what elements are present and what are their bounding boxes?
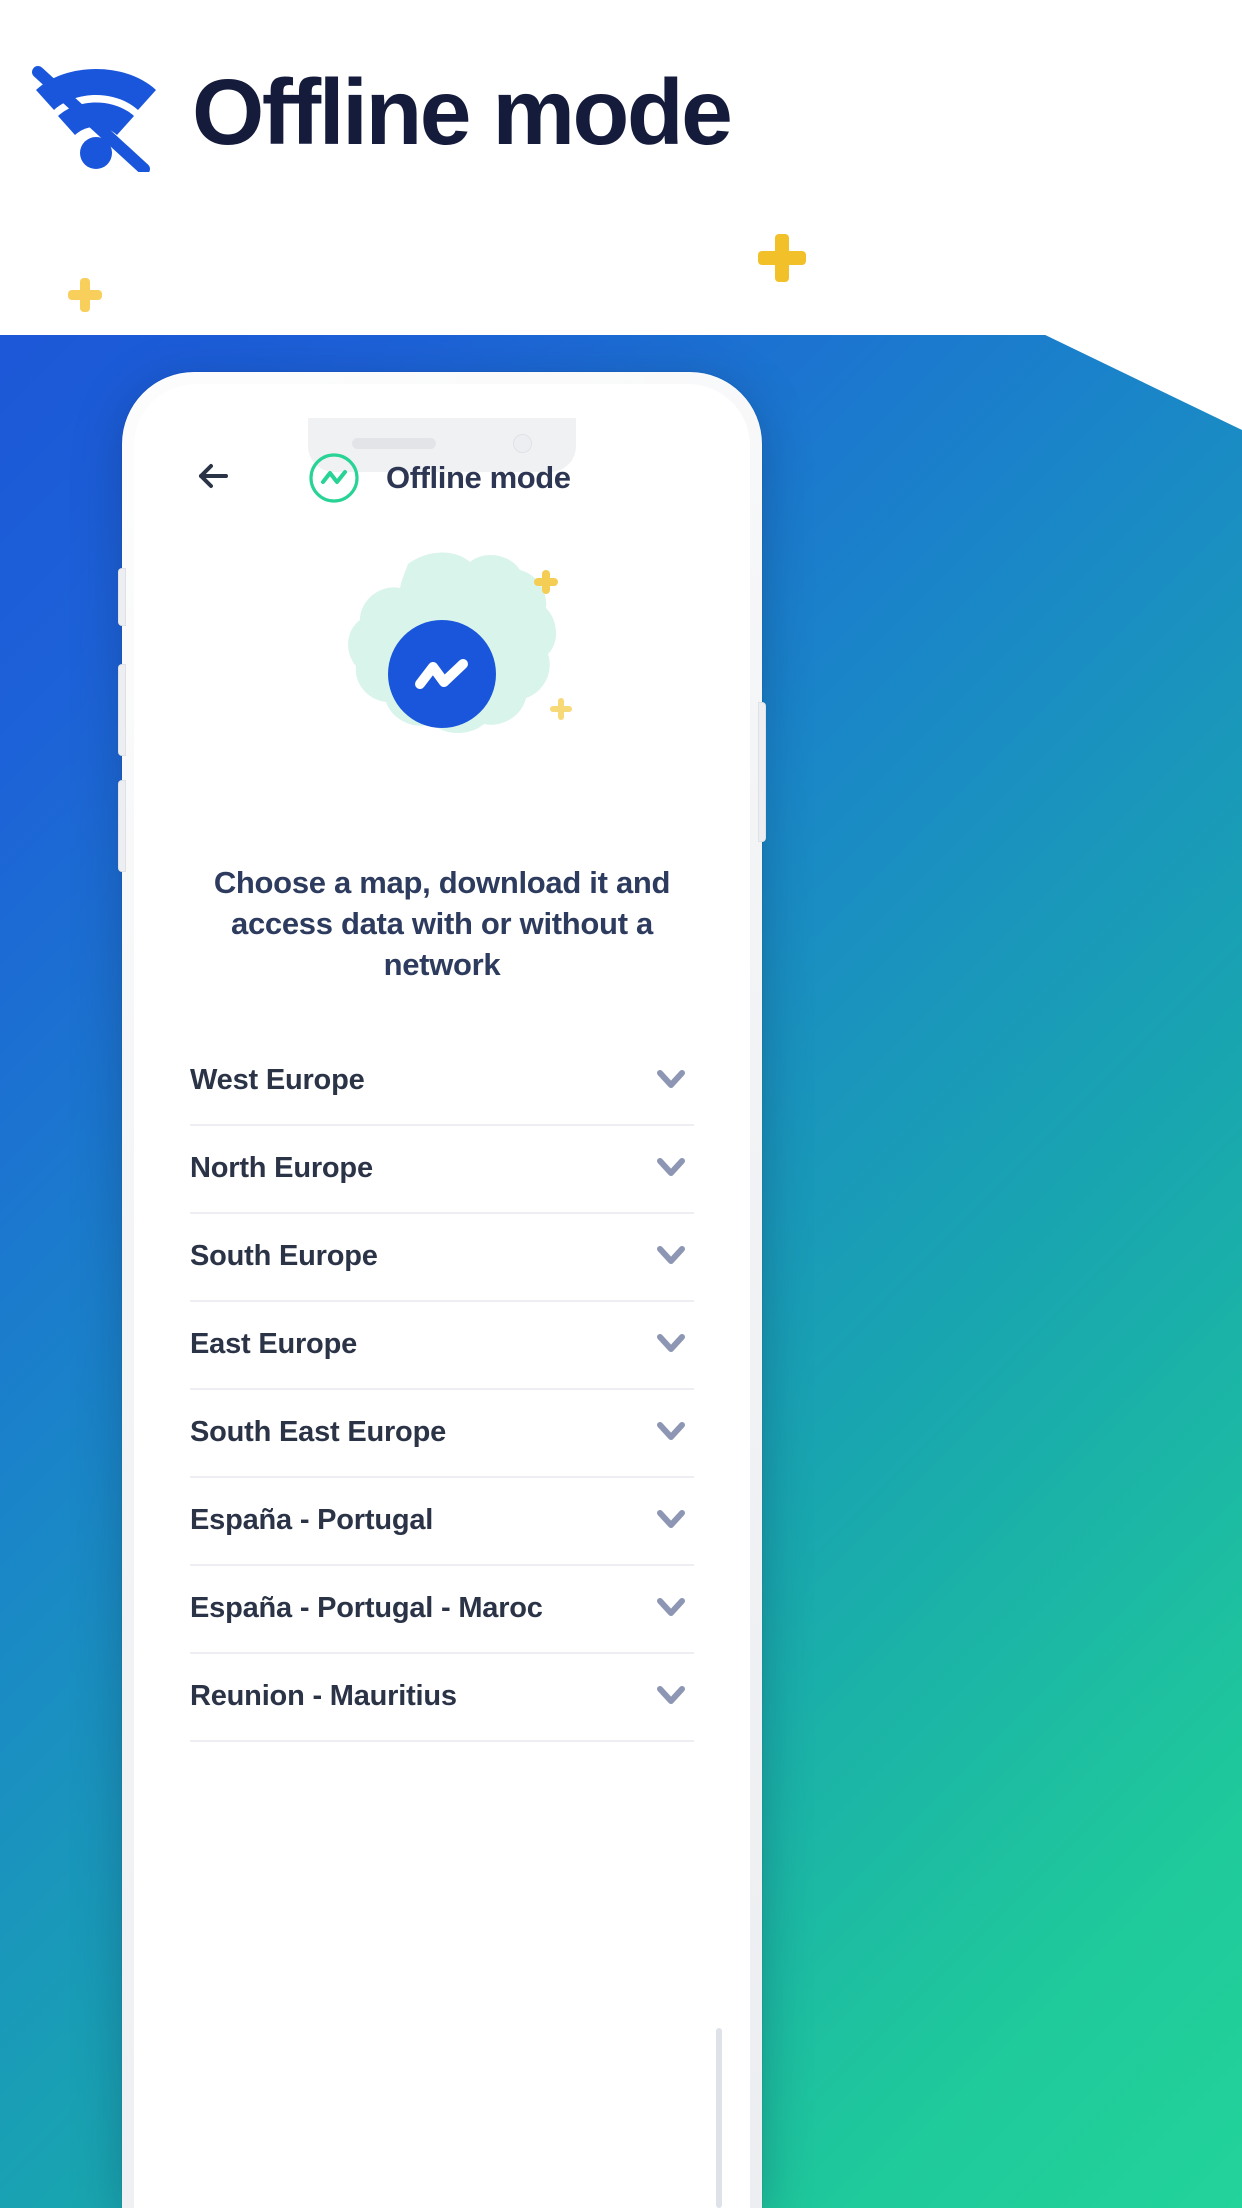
page-title: Offline mode [192,59,733,164]
chevron-down-icon[interactable] [654,1237,694,1276]
region-row-south-europe[interactable]: South Europe [190,1214,694,1302]
chevron-down-icon[interactable] [654,1061,694,1100]
region-label: North Europe [190,1152,373,1185]
region-label: Reunion - Mauritius [190,1680,457,1713]
chevron-down-icon[interactable] [654,1325,694,1364]
region-label: West Europe [190,1064,365,1097]
offline-logo-icon [388,620,496,728]
chevron-down-icon[interactable] [654,1413,694,1452]
hero-subtitle: Choose a map, download it and access dat… [213,865,671,983]
page-header: Offline mode [22,52,733,172]
phone-volume-down-button[interactable] [118,780,126,872]
plus-icon [758,234,806,282]
hero-illustration [156,538,728,838]
region-label: South Europe [190,1240,378,1273]
phone-mockup: Offline mode Choose a map, download it a… [118,372,766,2208]
region-label: South East Europe [190,1416,447,1449]
region-label: East Europe [190,1328,358,1361]
plus-icon [68,278,102,312]
phone-power-button[interactable] [758,702,766,842]
region-row-east-europe[interactable]: East Europe [190,1302,694,1390]
region-row-north-europe[interactable]: North Europe [190,1126,694,1214]
wifi-off-icon [22,52,162,172]
region-row-espana-portugal-maroc[interactable]: España - Portugal - Maroc [190,1566,694,1654]
chevron-down-icon[interactable] [654,1589,694,1628]
chevron-down-icon[interactable] [654,1677,694,1716]
chevron-down-icon[interactable] [654,1149,694,1188]
phone-screen: Offline mode Choose a map, download it a… [156,418,728,2208]
phone-mute-button[interactable] [118,568,126,626]
region-list: West Europe North Europe South Europe Ea… [156,1038,728,1742]
region-row-south-east-europe[interactable]: South East Europe [190,1390,694,1478]
region-label: España - Portugal [190,1504,434,1537]
app-nav-title: Offline mode [386,460,571,495]
plus-icon [534,570,558,594]
back-button[interactable] [186,451,240,505]
plus-icon [550,698,572,720]
screen-scrollbar[interactable] [716,2028,722,2208]
region-row-espana-portugal[interactable]: España - Portugal [190,1478,694,1566]
region-row-west-europe[interactable]: West Europe [190,1038,694,1126]
region-label: España - Portugal - Maroc [190,1592,543,1625]
brand-logo-icon [308,452,360,504]
page-header-band: Offline mode [0,0,1242,335]
arrow-left-icon [193,456,233,501]
app-navbar: Offline mode [156,418,728,538]
chevron-down-icon[interactable] [654,1501,694,1540]
region-row-reunion-mauritius[interactable]: Reunion - Mauritius [190,1654,694,1742]
phone-volume-up-button[interactable] [118,664,126,756]
